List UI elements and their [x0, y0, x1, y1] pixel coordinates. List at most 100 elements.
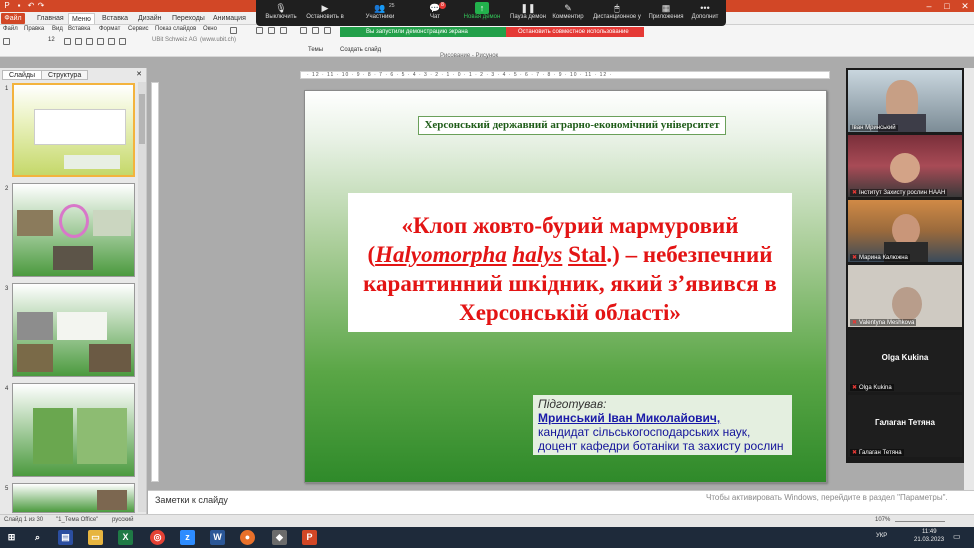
excel-icon[interactable]: X: [118, 530, 133, 545]
close-icon[interactable]: ✕: [956, 0, 974, 12]
layout-icon[interactable]: [312, 27, 319, 34]
menu-insert[interactable]: Вставка: [68, 26, 90, 32]
new-share-button[interactable]: ↑ Новая демон: [460, 2, 504, 24]
participant-video-4[interactable]: ✖ Valentyna Meshkova: [848, 265, 962, 327]
powerpoint-logo-icon: P: [4, 1, 10, 10]
menu-window[interactable]: Окно: [203, 26, 217, 32]
slide-number: 3: [5, 286, 9, 292]
title-genus: Halyomorpha: [375, 242, 507, 267]
font-size-select[interactable]: 12: [48, 37, 55, 43]
stop-video-button[interactable]: ▶ Остановить в: [302, 2, 348, 24]
slides-panel: Слайды Структура ✕ 1 2 3 4 5: [0, 68, 147, 514]
slide-thumbnail-4[interactable]: [12, 383, 135, 477]
pause-share-button[interactable]: ❚❚ Пауза демон: [508, 2, 548, 24]
textbox-icon[interactable]: [300, 27, 307, 34]
chart-icon[interactable]: [256, 27, 263, 34]
title-species: halys: [512, 242, 563, 267]
vendor-url-label: (www.ubit.ch): [200, 37, 237, 43]
font-icon[interactable]: [3, 38, 10, 45]
tab-transitions[interactable]: Переходы: [169, 13, 208, 24]
maximize-icon[interactable]: □: [938, 0, 956, 12]
keyboard-language[interactable]: УКР: [876, 533, 887, 539]
slide-number: 4: [5, 386, 9, 392]
slide-number: 1: [5, 86, 9, 92]
apps-icon: ▦: [661, 3, 671, 13]
bold-icon[interactable]: [64, 38, 71, 45]
tab-design[interactable]: Дизайн: [135, 13, 165, 24]
tab-home[interactable]: Главная: [34, 13, 67, 24]
university-label: Херсонський державний аграрно-економічни…: [418, 116, 726, 135]
participant-video-3[interactable]: ✖ Марина Калюжна: [848, 200, 962, 262]
zoom-slider[interactable]: [895, 521, 945, 522]
firefox-icon[interactable]: ●: [240, 530, 255, 545]
menu-slideshow[interactable]: Показ слайдов: [155, 26, 196, 32]
slides-scrollbar[interactable]: [138, 82, 146, 512]
security-app-icon[interactable]: ▤: [58, 530, 73, 545]
title-author: Stal: [568, 242, 607, 267]
language-indicator[interactable]: русский: [112, 517, 134, 523]
tab-file[interactable]: Файл: [1, 13, 25, 24]
zoom-app-icon[interactable]: z: [180, 530, 195, 545]
powerpoint-taskbar-icon[interactable]: P: [302, 530, 317, 545]
align-center-icon[interactable]: [108, 38, 115, 45]
annotate-button[interactable]: ✎ Комментир: [550, 2, 586, 24]
remote-control-icon: 🖱: [614, 3, 620, 13]
tab-animation[interactable]: Анимация: [210, 13, 249, 24]
tab-slides[interactable]: Слайды: [2, 70, 43, 80]
stop-sharing-button[interactable]: Остановить совместное использование: [506, 27, 644, 37]
mic-muted-icon: ✖: [852, 190, 858, 196]
chat-badge: 8: [439, 2, 446, 9]
participant-tile-6[interactable]: Галаган Тетяна ✖ Галаган Тетяна: [848, 395, 962, 457]
remote-control-button[interactable]: 🖱 Дистанционное у: [590, 2, 644, 24]
chrome-icon[interactable]: ◎: [150, 530, 165, 545]
file-explorer-icon[interactable]: ▭: [88, 530, 103, 545]
table-icon[interactable]: [268, 27, 275, 34]
participant-tile-5[interactable]: Olga Kukina ✖ Olga Kukina: [848, 330, 962, 392]
close-panel-icon[interactable]: ✕: [136, 70, 142, 78]
more-button[interactable]: ••• Дополнит: [688, 2, 722, 24]
mute-button[interactable]: 🎙 Выключить: [264, 2, 298, 24]
current-slide[interactable]: Херсонський державний аграрно-економічни…: [304, 90, 827, 483]
align-right-icon[interactable]: [119, 38, 126, 45]
slide-title[interactable]: «Клоп жовто-бурий мармуровий (Halyomorph…: [348, 193, 792, 332]
apps-button[interactable]: ▦ Приложения: [646, 2, 686, 24]
slide-thumbnail-5[interactable]: [12, 483, 135, 513]
tab-insert[interactable]: Вставка: [99, 13, 131, 24]
search-icon[interactable]: ⌕: [30, 530, 45, 545]
tab-outline[interactable]: Структура: [41, 70, 89, 80]
author-name: Мринський Іван Миколайович,: [538, 411, 721, 425]
zoom-level[interactable]: 107%: [875, 517, 890, 523]
create-slide-button[interactable]: Создать слайд: [340, 47, 381, 53]
redo-icon[interactable]: ↷: [36, 1, 46, 11]
help-icon[interactable]: [230, 27, 237, 34]
notifications-icon[interactable]: ▭: [953, 532, 961, 541]
themes-button[interactable]: Темы: [308, 47, 323, 53]
shape-icon[interactable]: [324, 27, 331, 34]
horizontal-ruler: · 12 · 11 · 10 · 9 · 8 · 7 · 6 · 5 · 4 ·…: [300, 71, 830, 79]
editor-scrollbar[interactable]: [964, 68, 974, 490]
save-icon[interactable]: ▪: [14, 1, 24, 11]
menu-format[interactable]: Формат: [99, 26, 120, 32]
more-icon: •••: [700, 3, 710, 13]
author-description: кандидат сільськогосподарських наук, доц…: [538, 425, 784, 453]
participant-video-1[interactable]: Іван Мринський: [848, 70, 962, 132]
menu-view[interactable]: Вид: [52, 26, 63, 32]
slide-thumbnail-2[interactable]: [12, 183, 135, 277]
italic-icon[interactable]: [75, 38, 82, 45]
word-icon[interactable]: W: [210, 530, 225, 545]
menu-file[interactable]: Файл: [3, 26, 18, 32]
slide-thumbnail-1[interactable]: [12, 83, 135, 177]
minimize-icon[interactable]: –: [920, 0, 938, 12]
menu-edit[interactable]: Правка: [24, 26, 44, 32]
author-textbox[interactable]: Підготував: Мринський Іван Миколайович, …: [533, 395, 792, 455]
windows-start-icon[interactable]: ⊞: [4, 530, 19, 545]
participant-video-2[interactable]: ✖ Інститут Захисту рослин НААН: [848, 135, 962, 197]
undo-icon[interactable]: ↶: [26, 1, 36, 11]
underline-icon[interactable]: [86, 38, 93, 45]
slide-thumbnail-3[interactable]: [12, 283, 135, 377]
image-icon[interactable]: [280, 27, 287, 34]
app-icon[interactable]: ◆: [272, 530, 287, 545]
tab-menu[interactable]: Меню: [68, 13, 95, 24]
align-left-icon[interactable]: [97, 38, 104, 45]
menu-tools[interactable]: Сервис: [128, 26, 149, 32]
